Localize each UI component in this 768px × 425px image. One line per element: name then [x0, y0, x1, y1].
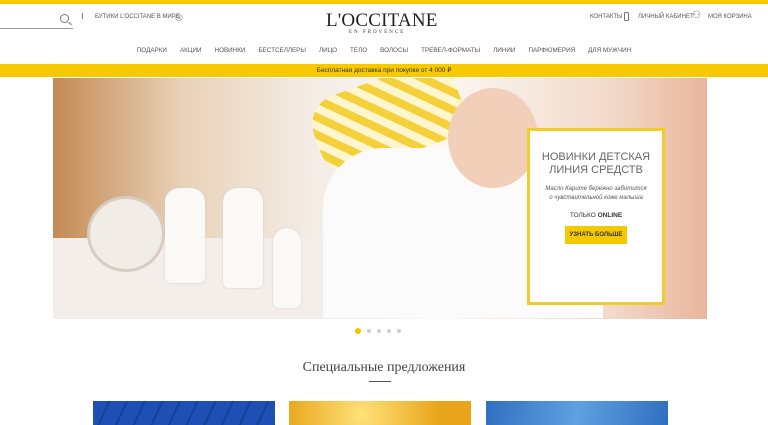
online-text: ONLINE	[597, 212, 623, 219]
stores-link[interactable]: БУТИКИ L'OCCITANE В МИРЕ	[95, 14, 180, 20]
nav-sales[interactable]: АКЦИИ	[180, 47, 202, 54]
logo-subtitle: EN PROVENCE	[349, 30, 406, 35]
promo-text: Масло Карите бережно заботится о чувстви…	[545, 186, 647, 201]
section-title: Специальные предложения	[302, 360, 466, 375]
hero-bottle	[165, 188, 205, 283]
location-pin-icon: ◎	[175, 12, 183, 22]
user-icon: ⚇	[692, 10, 701, 21]
offer-card[interactable]	[486, 401, 668, 425]
nav-lines[interactable]: ЛИНИИ	[493, 47, 515, 54]
carousel-dot[interactable]	[355, 328, 361, 334]
carousel-dot[interactable]	[397, 329, 401, 333]
carousel-dots	[355, 328, 401, 334]
title-underline	[369, 381, 391, 382]
only-text: ТОЛЬКО	[569, 212, 596, 219]
offer-card[interactable]	[289, 401, 471, 425]
nav-new[interactable]: НОВИНКИ	[215, 47, 246, 54]
divider	[82, 13, 83, 19]
search-icon[interactable]	[60, 14, 69, 23]
hero-bottle	[223, 188, 263, 288]
carousel-dot[interactable]	[387, 329, 391, 333]
learn-more-button[interactable]: УЗНАТЬ БОЛЬШЕ	[564, 226, 628, 244]
main-nav: ПОДАРКИ АКЦИИ НОВИНКИ БЕСТСЕЛЛЕРЫ ЛИЦО Т…	[0, 47, 768, 54]
promo-title: НОВИНКИ ДЕТСКАЯ ЛИНИЯ СРЕДСТВ	[541, 151, 651, 176]
search-input[interactable]	[0, 12, 73, 29]
phone-icon	[624, 12, 629, 21]
nav-gifts[interactable]: ПОДАРКИ	[137, 47, 167, 54]
hero-jar	[87, 196, 165, 272]
free-shipping-banner: Бесплатная доставка при покупке от 4 000…	[0, 64, 768, 77]
offer-card[interactable]	[93, 401, 275, 425]
cart-link[interactable]: МОЯ КОРЗИНА	[708, 14, 752, 20]
nav-hair[interactable]: ВОЛОСЫ	[380, 47, 408, 54]
hero-banner[interactable]: НОВИНКИ ДЕТСКАЯ ЛИНИЯ СРЕДСТВ Масло Кари…	[53, 78, 707, 319]
carousel-dot[interactable]	[377, 329, 381, 333]
nav-men[interactable]: ДЛЯ МУЖЧИН	[588, 47, 631, 54]
account-link[interactable]: ЛИЧНЫЙ КАБИНЕТ	[638, 14, 694, 20]
nav-body[interactable]: ТЕЛО	[350, 47, 367, 54]
online-only-label: ТОЛЬКО ONLINE	[530, 212, 662, 219]
hero-baby	[448, 88, 538, 188]
promo-box: НОВИНКИ ДЕТСКАЯ ЛИНИЯ СРЕДСТВ Масло Кари…	[527, 128, 665, 305]
contacts-link[interactable]: КОНТАКТЫ	[590, 14, 622, 20]
hero-bottle	[273, 228, 301, 308]
nav-travel[interactable]: ТРЕВЕЛ-ФОРМАТЫ	[421, 47, 480, 54]
nav-perfume[interactable]: ПАРФЮМЕРИЯ	[528, 47, 575, 54]
carousel-dot[interactable]	[367, 329, 371, 333]
nav-bestsellers[interactable]: БЕСТСЕЛЛЕРЫ	[258, 47, 306, 54]
top-accent-bar	[0, 0, 768, 4]
nav-face[interactable]: ЛИЦО	[319, 47, 337, 54]
logo[interactable]: L'OCCITANE	[326, 10, 438, 32]
